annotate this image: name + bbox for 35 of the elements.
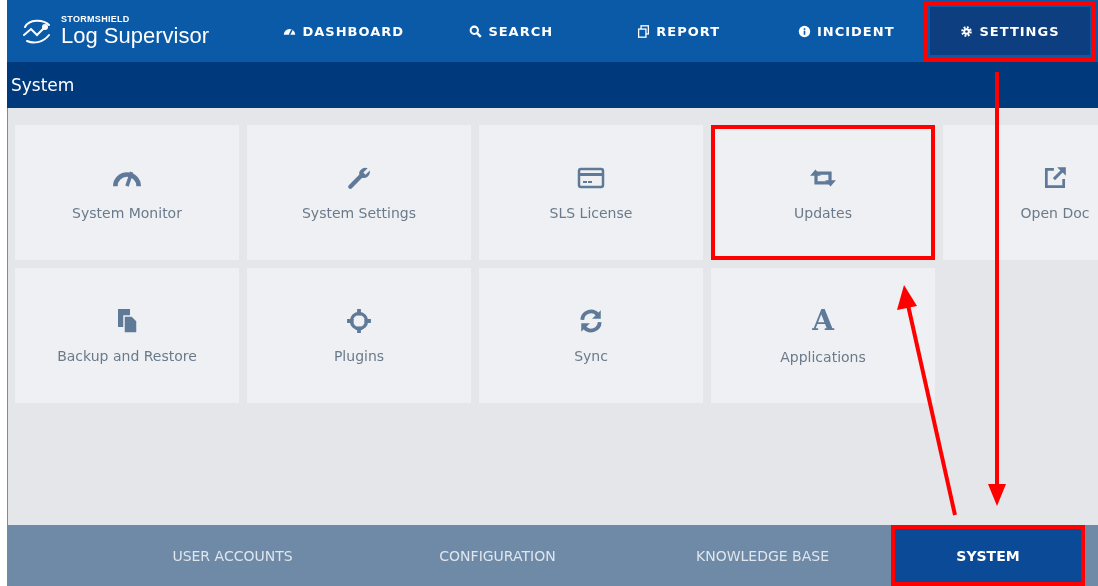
tile-label: Sync bbox=[574, 347, 608, 364]
section-title: System bbox=[11, 75, 75, 95]
tile-label: Backup and Restore bbox=[57, 347, 197, 364]
logo-icon bbox=[21, 17, 53, 45]
brand-name: STORMSHIELD bbox=[61, 14, 131, 24]
tile-label: System Monitor bbox=[72, 204, 182, 221]
crosshair-icon bbox=[345, 307, 373, 334]
tile-label: System Settings bbox=[301, 204, 417, 221]
bottom-tab[interactable]: CONFIGURATION bbox=[365, 525, 630, 586]
settings-icon bbox=[960, 24, 974, 38]
tile[interactable]: Plugins bbox=[247, 268, 471, 403]
tile[interactable]: Backup and Restore bbox=[15, 268, 239, 403]
tile[interactable]: System Settings bbox=[247, 125, 471, 260]
tile[interactable]: A Applications bbox=[711, 268, 935, 403]
tile[interactable]: System Monitor bbox=[15, 125, 239, 260]
tile[interactable]: Open Doc bbox=[943, 125, 1098, 260]
tile[interactable]: Sync bbox=[479, 268, 703, 403]
tile-label: Applications bbox=[780, 348, 866, 365]
nav-tab[interactable]: REPORT bbox=[595, 0, 763, 62]
tile-label: Updates bbox=[794, 204, 852, 221]
product-name: Log Supervisor bbox=[61, 24, 209, 48]
bottom-tab[interactable]: KNOWLEDGE BASE bbox=[630, 525, 895, 586]
tile-label: Plugins bbox=[333, 347, 385, 364]
nav-tab[interactable]: INCIDENT bbox=[762, 0, 930, 62]
tile-label: SLS License bbox=[549, 204, 633, 221]
font-icon: A bbox=[812, 306, 834, 335]
info-icon bbox=[798, 24, 811, 38]
bottom-tab[interactable]: USER ACCOUNTS bbox=[100, 525, 365, 586]
copy-icon bbox=[637, 24, 651, 38]
nav-tab[interactable]: SEARCH bbox=[427, 0, 595, 62]
search-icon bbox=[469, 24, 483, 38]
tile[interactable]: Updates bbox=[711, 125, 935, 260]
nav-tab[interactable]: DASHBOARD bbox=[260, 0, 428, 62]
tile[interactable]: SLS License bbox=[479, 125, 703, 260]
tile-label: Open Doc bbox=[1020, 204, 1090, 221]
